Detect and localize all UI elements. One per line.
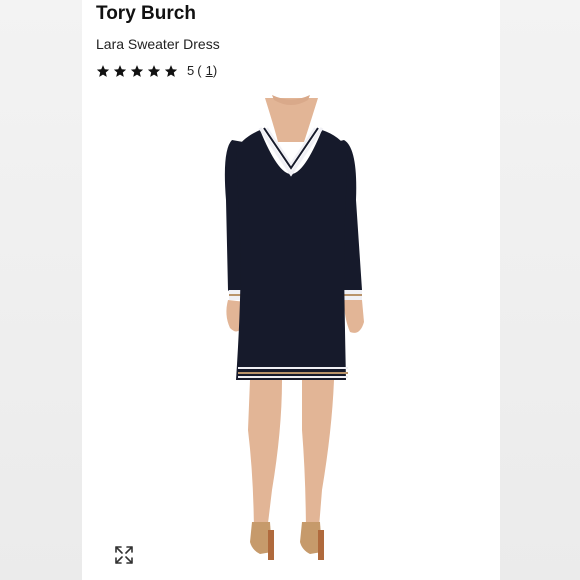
product-title: Lara Sweater Dress xyxy=(96,36,220,52)
star-icon xyxy=(113,64,127,77)
right-backdrop xyxy=(500,0,580,580)
star-icon xyxy=(164,64,178,77)
expand-icon[interactable] xyxy=(112,543,136,567)
rating-count-wrapper[interactable]: (1) xyxy=(197,63,217,78)
review-count-link[interactable]: 1 xyxy=(206,63,213,78)
star-icon xyxy=(147,64,161,77)
product-card: Tory Burch Lara Sweater Dress 5 (1) xyxy=(82,0,500,580)
product-photo xyxy=(224,95,364,560)
rating-score: 5 xyxy=(187,63,195,78)
star-icon xyxy=(96,64,110,77)
left-backdrop xyxy=(0,0,82,580)
brand-name[interactable]: Tory Burch xyxy=(96,3,196,25)
rating-row[interactable]: 5 (1) xyxy=(96,63,217,78)
star-icon xyxy=(130,64,144,77)
